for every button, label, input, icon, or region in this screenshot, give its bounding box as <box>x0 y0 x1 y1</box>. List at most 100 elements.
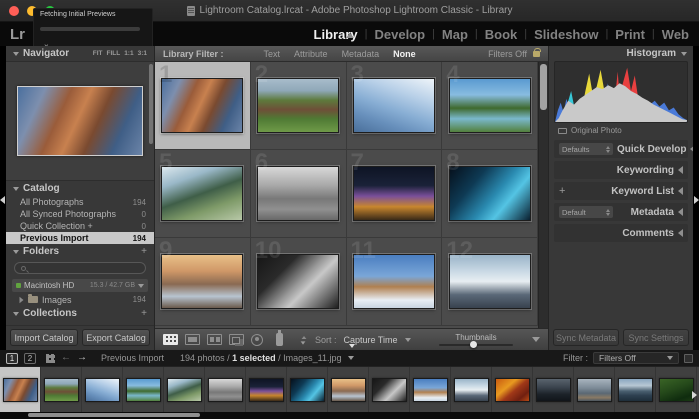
toolbar-options-icon[interactable] <box>532 337 540 342</box>
filmstrip-thumbnail-snowy-peaks[interactable] <box>454 378 489 402</box>
sync-settings-button[interactable]: Sync Settings <box>623 329 689 346</box>
filmstrip-thumbnail-barn-meadow[interactable] <box>44 378 79 402</box>
selection-info[interactable]: 194 photos / 1 selected / Images_11.jpg <box>180 353 341 363</box>
second-window-button[interactable]: 2 <box>24 353 36 364</box>
sync-metadata-button[interactable]: Sync Metadata <box>553 329 619 346</box>
keyword-list-section[interactable]: + Keyword List <box>554 182 688 200</box>
filmstrip-cell-9[interactable] <box>328 367 369 412</box>
module-book[interactable]: Book <box>485 27 518 42</box>
filmstrip-thumbnail-lake-shore[interactable] <box>126 378 161 402</box>
photo-thumbnail-blossom-sky[interactable] <box>353 78 435 133</box>
photo-thumbnail-fantasy-warrior[interactable] <box>161 78 243 133</box>
source-dropdown-icon[interactable] <box>348 356 354 360</box>
filmstrip-thumbnail-blossom-sky[interactable] <box>85 378 120 402</box>
import-catalog-button[interactable]: Import Catalog <box>10 329 78 346</box>
grid-cell-11[interactable]: 11 <box>347 238 443 326</box>
expand-folder-icon[interactable] <box>20 296 24 302</box>
filmstrip-thumbnail-green-forest[interactable] <box>659 378 694 402</box>
filmstrip-thumbnail-sunrise-mist-peaks[interactable] <box>331 378 366 402</box>
painter-tool-icon[interactable] <box>276 333 283 346</box>
filter-toggle-icon[interactable] <box>684 354 693 363</box>
filmstrip-cell-14[interactable] <box>533 367 574 412</box>
volume-disclosure-icon[interactable] <box>138 284 144 288</box>
expand-section-icon[interactable] <box>678 229 683 237</box>
navigator-preview[interactable] <box>6 61 154 181</box>
metadata-preset-dropdown[interactable]: Default <box>559 206 613 218</box>
filter-option-attribute[interactable]: Attribute <box>294 49 328 59</box>
grid-scrollbar-thumb[interactable] <box>540 64 547 110</box>
filmstrip-thumbnail-river-rocks[interactable] <box>577 378 612 402</box>
filmstrip-cell-13[interactable] <box>492 367 533 412</box>
grid-cell-10[interactable]: 10 <box>251 238 347 326</box>
filmstrip-cell-17[interactable] <box>656 367 697 412</box>
grid-cell-2[interactable]: 2 <box>251 62 347 150</box>
comments-section[interactable]: Comments <box>554 224 688 242</box>
filmstrip-source[interactable]: Previous Import <box>101 353 164 363</box>
add-keyword-button[interactable]: + <box>559 186 565 196</box>
filmstrip-thumbnail-dark-valley[interactable] <box>536 378 571 402</box>
catalog-item-quick-collection[interactable]: Quick Collection + 0 <box>6 220 154 232</box>
loupe-view-icon[interactable] <box>185 334 200 345</box>
photo-thumbnail-night-skyline[interactable] <box>353 166 435 221</box>
filter-option-metadata[interactable]: Metadata <box>342 49 380 59</box>
grid-cell-7[interactable]: 7 <box>347 150 443 238</box>
grid-view-icon[interactable] <box>163 334 178 345</box>
zoom-fit-option[interactable]: FIT <box>93 50 103 57</box>
quick-develop-preset-dropdown[interactable]: Defaults <box>559 143 613 155</box>
collapse-toolbar-icon[interactable] <box>349 340 355 350</box>
filmstrip-thumbnail-lake-reflection[interactable] <box>618 378 653 402</box>
filmstrip-thumbnail-gray-city-trains[interactable] <box>208 378 243 402</box>
folder-search-input[interactable] <box>14 262 146 274</box>
sort-direction-icon[interactable] <box>300 335 308 345</box>
quick-develop-section[interactable]: Defaults Quick Develop <box>554 140 688 158</box>
collapse-left-panel-icon[interactable] <box>0 196 5 204</box>
keywording-section[interactable]: Keywording <box>554 161 688 179</box>
module-map[interactable]: Map <box>442 27 468 42</box>
histogram-chart[interactable] <box>554 61 688 123</box>
people-view-icon[interactable] <box>251 334 263 346</box>
slider-knob[interactable] <box>470 341 477 348</box>
filmstrip-cell-15[interactable] <box>574 367 615 412</box>
filmstrip-thumbnail-fantasy-warrior[interactable] <box>3 378 38 402</box>
filmstrip-cell-3[interactable] <box>82 367 123 412</box>
filmstrip-cell-12[interactable] <box>451 367 492 412</box>
expand-section-icon[interactable] <box>678 187 683 195</box>
collections-header[interactable]: Collections + <box>6 306 154 321</box>
filmstrip-cell-6[interactable] <box>205 367 246 412</box>
grid-cell-1[interactable]: 1 <box>155 62 251 150</box>
filter-option-text[interactable]: Text <box>264 49 281 59</box>
slider-track[interactable] <box>439 344 513 346</box>
collapse-top-panel-icon[interactable] <box>346 25 354 43</box>
zoom-3-1-option[interactable]: 3:1 <box>138 50 147 57</box>
histogram-header[interactable]: Histogram <box>549 46 693 61</box>
filmstrip-cell-4[interactable] <box>123 367 164 412</box>
filmstrip-cell-8[interactable] <box>287 367 328 412</box>
grid-cell-6[interactable]: 6 <box>251 150 347 238</box>
filter-option-none[interactable]: None <box>393 49 416 59</box>
photo-thumbnail-misty-tree-mountain[interactable] <box>161 166 243 221</box>
filmstrip-scrollbar[interactable] <box>28 413 200 417</box>
module-web[interactable]: Web <box>662 27 689 42</box>
filmstrip-cell-16[interactable] <box>615 367 656 412</box>
zoom-1-1-option[interactable]: 1:1 <box>124 50 133 57</box>
filmstrip-thumbnail-misty-tree-mountain[interactable] <box>167 378 202 402</box>
photo-thumbnail-blue-abstract[interactable] <box>449 166 531 221</box>
filters-state-dropdown[interactable]: Filters Off <box>488 49 527 59</box>
module-develop[interactable]: Develop <box>374 27 425 42</box>
expand-section-icon[interactable] <box>678 166 683 174</box>
navigator-preview-image[interactable] <box>17 86 143 156</box>
sort-dropdown-icon[interactable] <box>405 338 411 342</box>
zoom-fill-option[interactable]: FILL <box>106 50 120 57</box>
filmstrip-thumbnail-night-skyline[interactable] <box>249 378 284 402</box>
grid-cell-9[interactable]: 9 <box>155 238 251 326</box>
go-back-icon[interactable]: ← <box>61 353 71 363</box>
module-slideshow[interactable]: Slideshow <box>534 27 598 42</box>
thumbnail-size-slider[interactable]: Thumbnails <box>433 333 519 346</box>
compare-view-icon[interactable] <box>207 334 222 345</box>
photo-thumbnail-barn-meadow[interactable] <box>257 78 339 133</box>
filmstrip-cell-11[interactable] <box>410 367 451 412</box>
filter-lock-icon[interactable] <box>533 51 540 57</box>
add-folder-button[interactable]: + <box>141 246 147 257</box>
filmstrip-thumbnail-autumn-portrait[interactable] <box>495 378 530 402</box>
filmstrip-cell-10[interactable] <box>369 367 410 412</box>
